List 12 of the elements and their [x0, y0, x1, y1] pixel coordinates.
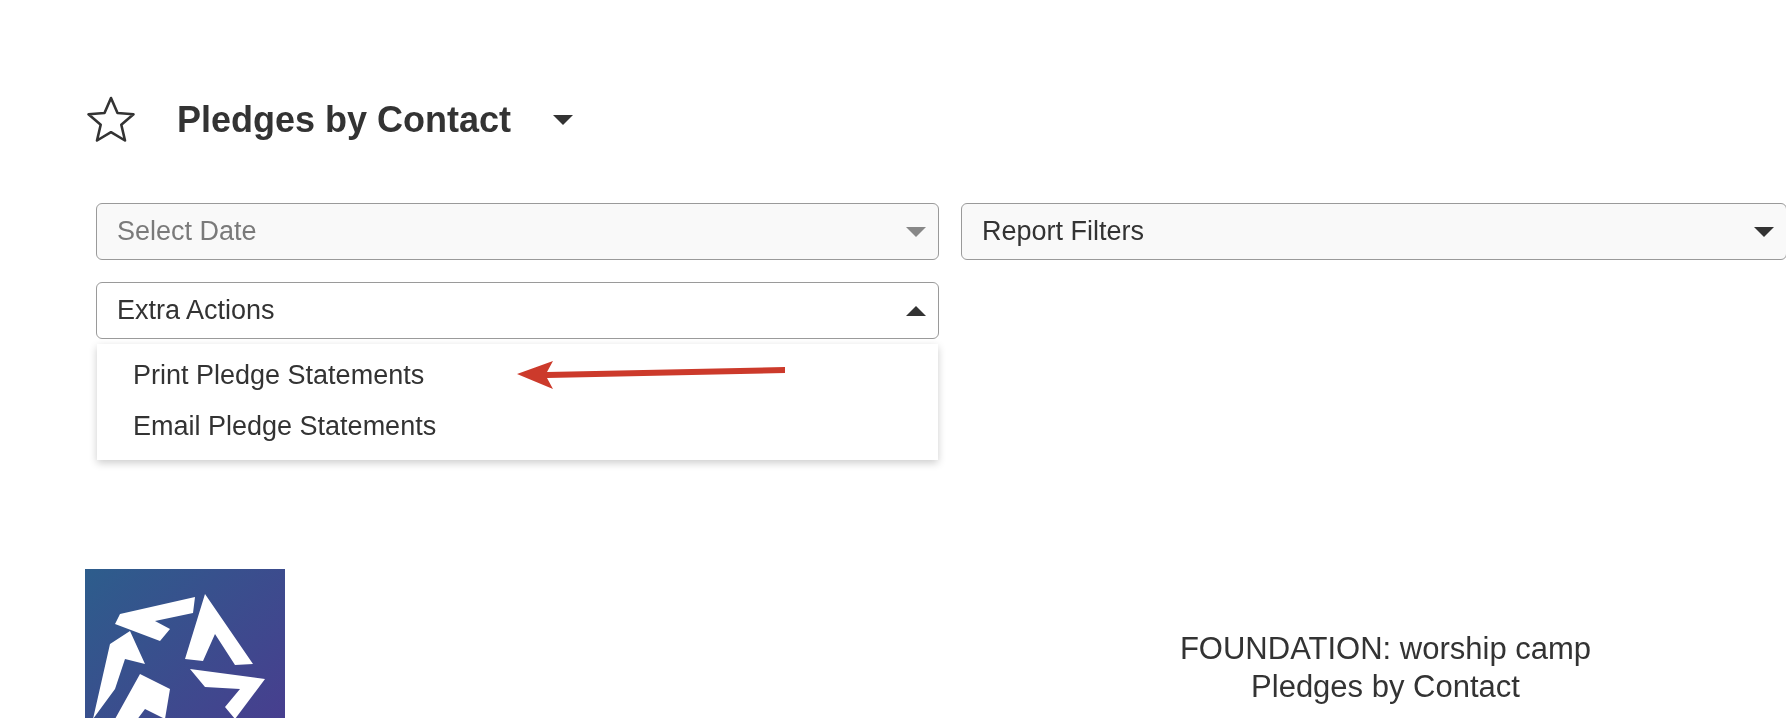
dropdown[interactable]: Select Date [96, 203, 939, 260]
menu-item[interactable]: Print Pledge Statements [97, 350, 938, 401]
dropdown[interactable]: Report Filters [961, 203, 1786, 260]
report-heading: FOUNDATION: worship camp [1179, 631, 1592, 667]
report-title: Pledges by Contact [177, 99, 512, 141]
star-icon[interactable] [85, 95, 137, 145]
caret-icon [1752, 224, 1776, 239]
caret-icon [551, 113, 576, 127]
caret-icon [904, 303, 928, 318]
menu-item[interactable]: Email Pledge Statements [97, 401, 938, 452]
report-heading: Pledges by Contact [1251, 669, 1520, 705]
caret-icon [904, 224, 928, 239]
